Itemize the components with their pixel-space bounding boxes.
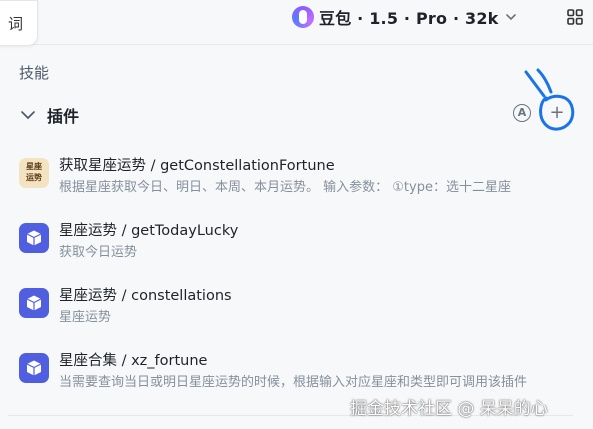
- plugin-description: 星座运势: [59, 310, 112, 325]
- plugin-description: 根据星座获取今日、明日、本周、本月运势。 输入参数： ①type：选十二星座: [59, 180, 511, 195]
- grid-icon[interactable]: [566, 8, 584, 26]
- prompt-tab-label: 词: [7, 15, 23, 33]
- constellation-badge-icon: 星座运势: [19, 158, 49, 188]
- plugin-item[interactable]: 星座合集 / xz_fortune 当需要查询当日或明日星座运势的时候，根据输入…: [8, 336, 573, 401]
- plugin-item[interactable]: 星座运势 / getTodayLucky 获取今日运势: [8, 206, 573, 271]
- model-name: 豆包 · 1.5 · Pro · 32k: [319, 9, 499, 28]
- auto-icon[interactable]: A: [513, 104, 531, 122]
- cube-icon: [19, 353, 49, 383]
- skills-section-title: 技能: [19, 64, 50, 82]
- plugin-title: 星座合集 / xz_fortune: [59, 353, 208, 369]
- plugin-description: 获取今日运势: [59, 245, 138, 260]
- prompt-tab[interactable]: 词: [0, 0, 38, 46]
- model-selector[interactable]: 豆包 · 1.5 · Pro · 32k: [292, 4, 518, 30]
- plugins-label: 插件: [47, 107, 80, 126]
- add-plugin-button[interactable]: +: [546, 102, 568, 124]
- plugin-item[interactable]: 星座运势 获取星座运势 / getConstellationFortune 根据…: [8, 141, 573, 206]
- plugin-title: 获取星座运势 / getConstellationFortune: [59, 158, 335, 174]
- doubao-logo-icon: [292, 6, 314, 28]
- watermark: 掘金技术社区 @ 呆呆的心: [350, 399, 548, 419]
- chevron-down-icon: [505, 14, 516, 21]
- constellation-badge-text: 星座运势: [26, 162, 42, 182]
- cube-icon: [19, 288, 49, 318]
- plugin-item[interactable]: 星座运势 / constellations 星座运势: [8, 271, 573, 336]
- cube-icon: [19, 223, 49, 253]
- plugin-title: 星座运势 / getTodayLucky: [59, 223, 239, 239]
- top-bar: 词 豆包 · 1.5 · Pro · 32k: [0, 0, 593, 46]
- plugin-description: 当需要查询当日或明日星座运势的时候，根据输入对应星座和类型即可调用该插件: [59, 375, 528, 390]
- plugin-list: 星座运势 获取星座运势 / getConstellationFortune 根据…: [8, 141, 573, 401]
- chevron-collapse-icon[interactable]: [19, 106, 37, 124]
- plugins-header[interactable]: 插件 A +: [19, 100, 579, 130]
- plugin-title: 星座运势 / constellations: [59, 288, 232, 304]
